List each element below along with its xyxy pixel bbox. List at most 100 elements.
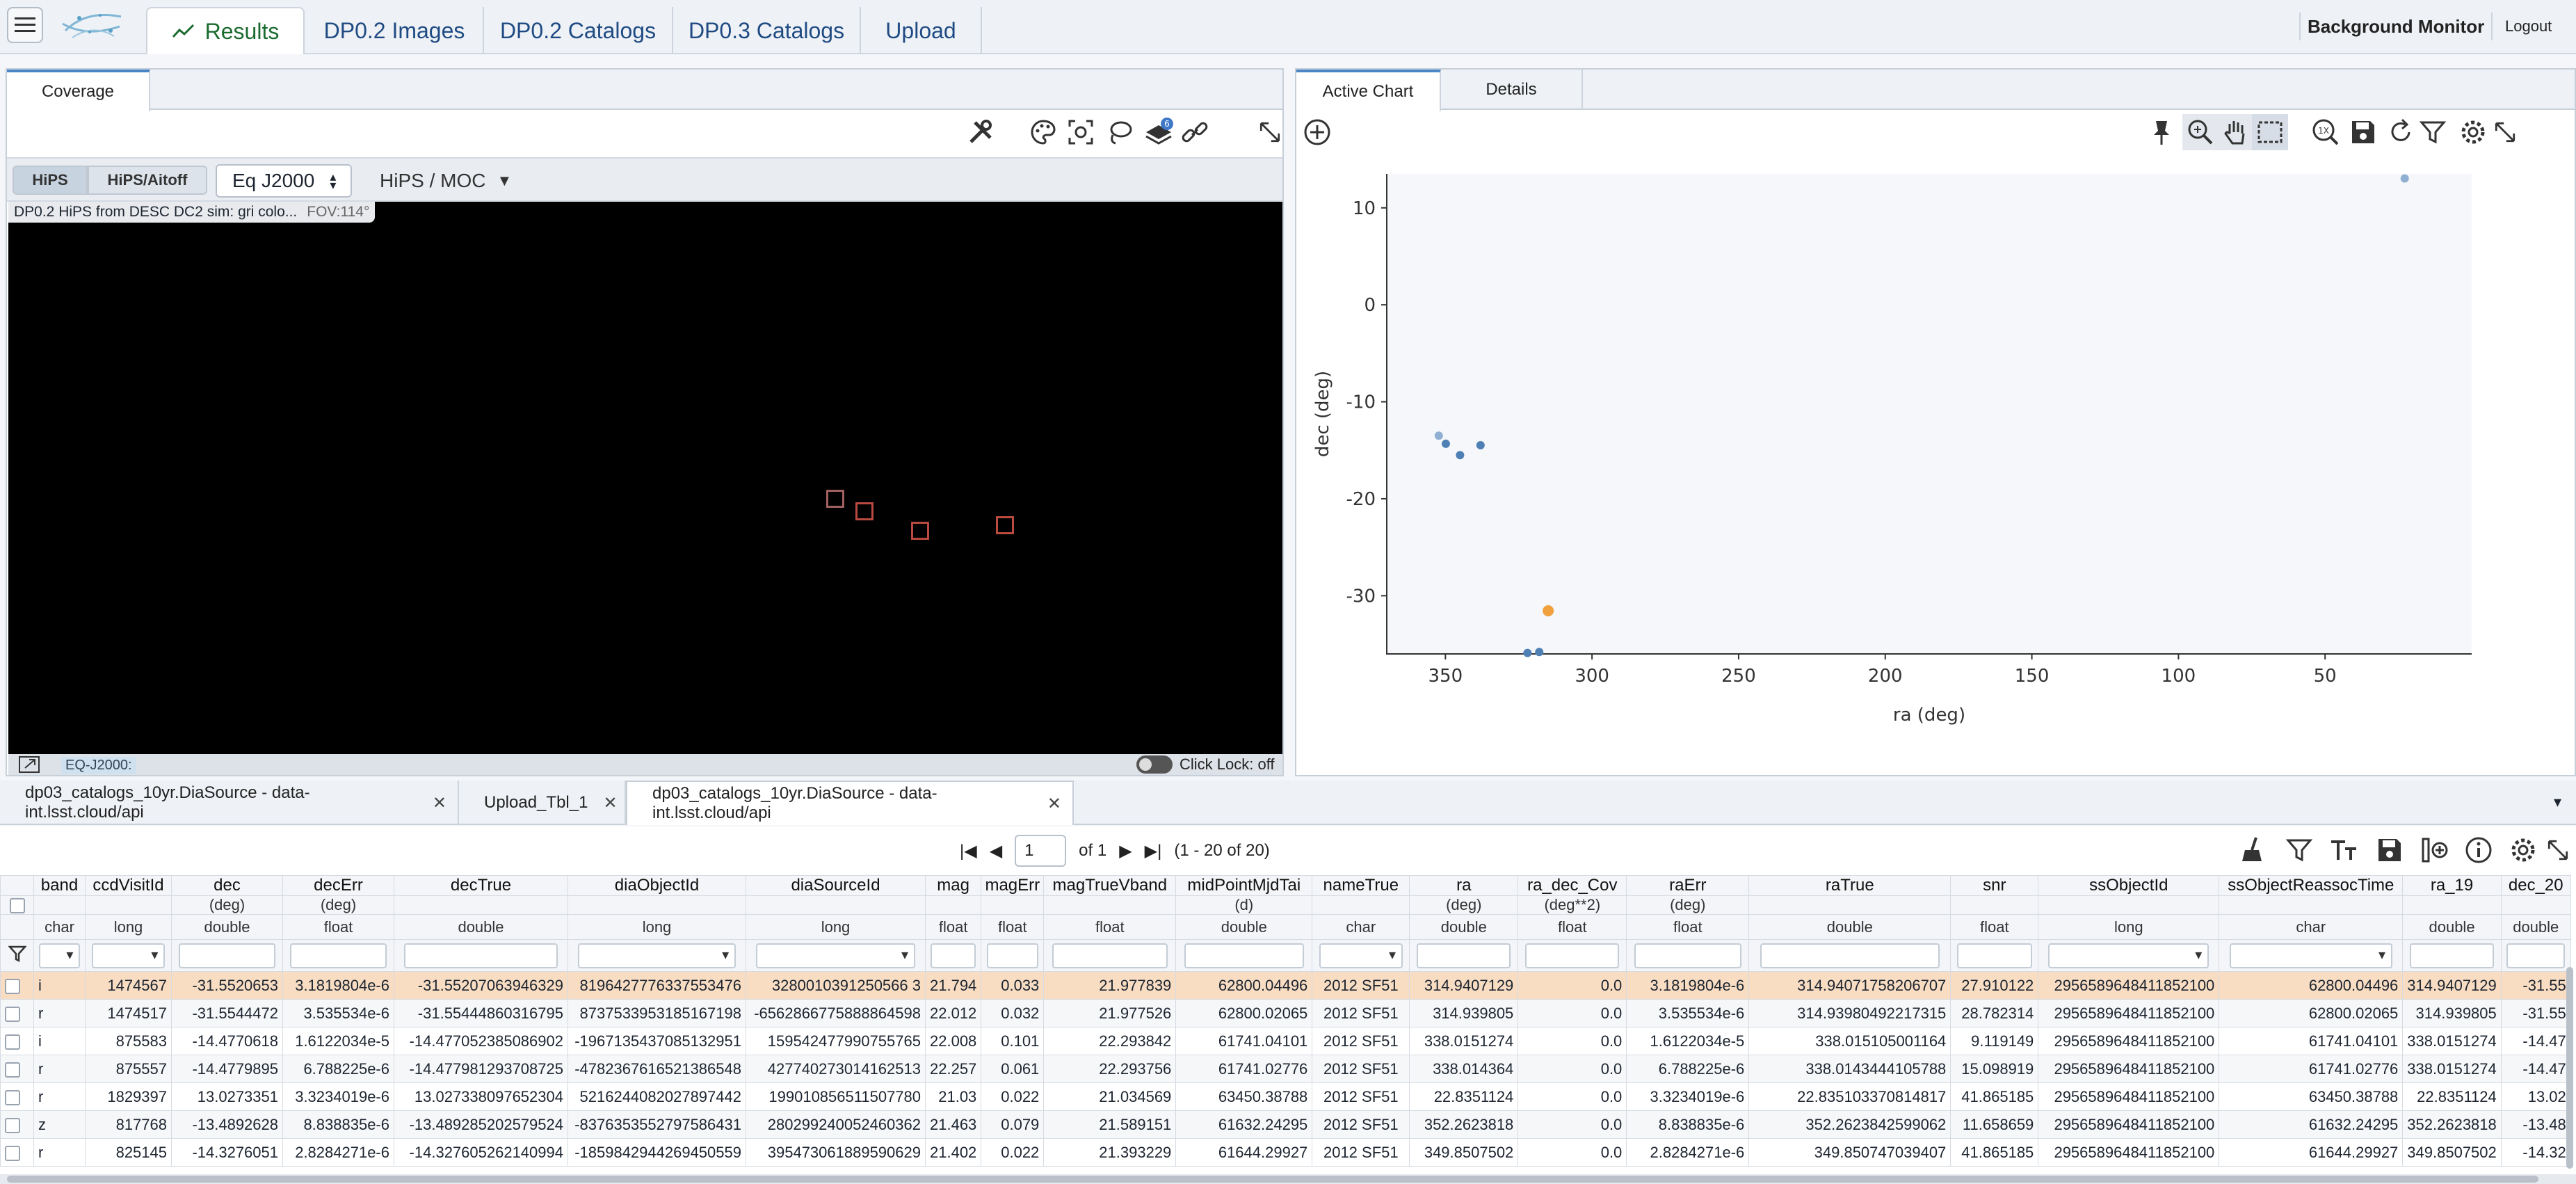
column-header-magErr[interactable]: magErr bbox=[981, 875, 1045, 896]
data-point[interactable] bbox=[1476, 441, 1485, 450]
tab-dp02-catalogs[interactable]: DP0.2 Catalogs bbox=[484, 7, 673, 54]
zoom-tool-icon[interactable] bbox=[2182, 114, 2219, 150]
column-filter-input[interactable] bbox=[1760, 943, 1940, 968]
column-filter-input[interactable] bbox=[1525, 943, 1620, 968]
source-footprint-marker[interactable] bbox=[911, 522, 929, 540]
column-header-mag[interactable]: mag bbox=[924, 875, 982, 896]
column-filter-input[interactable] bbox=[38, 943, 81, 968]
column-filter-input[interactable] bbox=[2506, 943, 2566, 968]
column-filter-input[interactable] bbox=[1052, 943, 1168, 968]
column-filter-input[interactable] bbox=[290, 943, 387, 968]
row-checkbox[interactable] bbox=[5, 1089, 20, 1105]
hamburger-menu-button[interactable] bbox=[7, 7, 43, 43]
table-row[interactable]: r 1474517 -31.5544472 3.535534e-6 -31.554448… bbox=[0, 999, 2571, 1027]
settings-gear-icon[interactable] bbox=[2455, 114, 2491, 150]
column-filter-input[interactable] bbox=[179, 943, 275, 968]
column-header-raErr[interactable]: raErr bbox=[1626, 875, 1750, 896]
column-filter-input[interactable] bbox=[930, 943, 976, 968]
hips-button[interactable]: HiPS bbox=[13, 166, 88, 195]
table-row[interactable]: i 1474567 -31.5520653 3.1819804e-6 -31.55207… bbox=[0, 971, 2571, 1000]
column-filter-input[interactable] bbox=[2229, 943, 2393, 968]
source-footprint-marker[interactable] bbox=[996, 516, 1014, 534]
column-filter-input[interactable] bbox=[1417, 943, 1511, 968]
row-checkbox[interactable] bbox=[5, 1006, 20, 1022]
last-page-icon[interactable]: ▶| bbox=[1145, 841, 1162, 861]
zoom-reset-icon[interactable]: 1X bbox=[2308, 114, 2344, 150]
source-footprint-marker[interactable] bbox=[826, 490, 844, 508]
column-filter-input[interactable] bbox=[2409, 943, 2495, 968]
horizontal-scrollbar-thumb[interactable] bbox=[7, 1176, 2538, 1183]
link-icon[interactable] bbox=[1177, 114, 1213, 150]
expand-icon[interactable] bbox=[1256, 114, 1284, 150]
toggle-switch[interactable] bbox=[1136, 755, 1173, 774]
column-header-snr[interactable]: snr bbox=[1950, 875, 2039, 896]
save-icon[interactable] bbox=[2345, 114, 2381, 150]
column-filter-input[interactable] bbox=[91, 943, 166, 968]
pan-hand-icon[interactable] bbox=[2217, 114, 2253, 150]
data-point[interactable] bbox=[1523, 648, 1532, 657]
column-header-magTrueVband[interactable]: magTrueVband bbox=[1043, 875, 1177, 896]
data-point[interactable] bbox=[1434, 431, 1443, 440]
lasso-select-icon[interactable] bbox=[1102, 114, 1138, 150]
restore-icon[interactable] bbox=[2383, 114, 2419, 150]
external-link-icon[interactable] bbox=[18, 755, 42, 774]
table-expand-icon[interactable] bbox=[2544, 832, 2572, 868]
plot-area[interactable] bbox=[1387, 174, 2472, 654]
coordinate-system-select[interactable]: Eq J2000 ▴ ▾ bbox=[216, 164, 352, 198]
column-header-ssObjectReassocTime[interactable]: ssObjectReassocTime bbox=[2219, 875, 2404, 896]
column-header-ccdVisitId[interactable]: ccdVisitId bbox=[85, 875, 172, 896]
logout-link[interactable]: Logout bbox=[2491, 13, 2564, 40]
color-palette-icon[interactable] bbox=[1025, 114, 1061, 150]
table-row[interactable]: r 875557 -14.4779895 6.788225e-6 -14.4779812… bbox=[0, 1055, 2571, 1083]
column-header-band[interactable]: band bbox=[33, 875, 86, 896]
table-tab-diasource-2[interactable]: dp03_catalogs_10yr.DiaSource - data-int.… bbox=[626, 781, 1074, 825]
column-filter-input[interactable] bbox=[986, 943, 1039, 968]
column-header-diaSourceId[interactable]: diaSourceId bbox=[746, 875, 926, 896]
tab-upload[interactable]: Upload bbox=[861, 7, 982, 54]
data-point[interactable] bbox=[1543, 605, 1554, 616]
source-footprint-marker[interactable] bbox=[855, 502, 874, 520]
row-checkbox[interactable] bbox=[5, 1062, 20, 1078]
column-header-ra_19[interactable]: ra_19 bbox=[2402, 875, 2502, 896]
close-icon[interactable]: ✕ bbox=[603, 793, 617, 813]
tabs-menu-chevron-icon[interactable]: ▾ bbox=[2554, 793, 2561, 811]
column-header-ra_dec_Cov[interactable]: ra_dec_Cov bbox=[1518, 875, 1627, 896]
column-filter-input[interactable] bbox=[1956, 943, 2032, 968]
table-row[interactable]: z 817768 -13.4892628 8.838835e-6 -13.4892852… bbox=[0, 1110, 2571, 1139]
tab-details[interactable]: Details bbox=[1441, 70, 1583, 110]
column-filter-input[interactable] bbox=[755, 943, 916, 968]
box-select-icon[interactable] bbox=[2252, 114, 2288, 150]
hips-aitoff-button[interactable]: HiPS/Aitoff bbox=[88, 166, 207, 195]
row-checkbox[interactable] bbox=[5, 978, 20, 994]
layers-icon[interactable]: 6 bbox=[1141, 114, 1177, 150]
table-row[interactable]: r 825145 -14.3276051 2.8284271e-6 -14.327605… bbox=[0, 1138, 2571, 1167]
column-header-raTrue[interactable]: raTrue bbox=[1748, 875, 1951, 896]
data-point[interactable] bbox=[1456, 451, 1465, 460]
tools-icon[interactable] bbox=[963, 114, 999, 150]
table-save-icon[interactable] bbox=[2372, 832, 2408, 868]
column-header-ra[interactable]: ra bbox=[1409, 875, 1519, 896]
column-filter-input[interactable] bbox=[1319, 943, 1403, 968]
click-lock-toggle[interactable]: Click Lock: off bbox=[1136, 755, 1275, 774]
row-checkbox[interactable] bbox=[5, 1034, 20, 1050]
expand-chart-icon[interactable] bbox=[2491, 114, 2519, 150]
column-filter-input[interactable] bbox=[403, 943, 558, 968]
data-point[interactable] bbox=[1441, 439, 1450, 448]
column-header-dec[interactable]: dec bbox=[171, 875, 283, 896]
table-tab-diasource-1[interactable]: dp03_catalogs_10yr.DiaSource - data-int.… bbox=[0, 781, 459, 825]
table-filter-icon[interactable] bbox=[2281, 832, 2317, 868]
column-header-decErr[interactable]: decErr bbox=[282, 875, 394, 896]
data-point[interactable] bbox=[1535, 648, 1544, 657]
tab-coverage[interactable]: Coverage bbox=[7, 70, 150, 111]
column-filter-input[interactable] bbox=[1184, 943, 1304, 968]
close-icon[interactable]: ✕ bbox=[1047, 794, 1061, 814]
filter-icon[interactable] bbox=[2415, 114, 2451, 150]
vertical-scrollbar-thumb[interactable] bbox=[2566, 967, 2573, 1169]
column-header-dec_20[interactable]: dec_20 bbox=[2500, 875, 2571, 896]
pin-icon[interactable] bbox=[2143, 114, 2180, 150]
column-header-ssObjectId[interactable]: ssObjectId bbox=[2038, 875, 2220, 896]
table-tab-upload[interactable]: Upload_Tbl_1 ✕ bbox=[459, 781, 626, 825]
column-header-nameTrue[interactable]: nameTrue bbox=[1312, 875, 1410, 896]
data-point[interactable] bbox=[2400, 174, 2409, 183]
table-row[interactable]: i 875583 -14.4770618 1.6122034e-5 -14.477052… bbox=[0, 1027, 2571, 1055]
